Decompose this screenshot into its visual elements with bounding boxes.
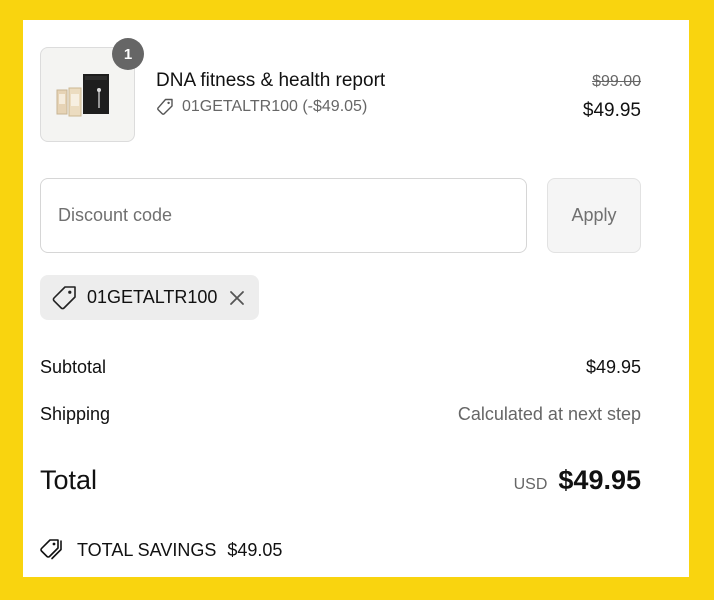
total-row: Total USD $49.95 <box>40 465 641 496</box>
total-currency: USD <box>513 476 548 493</box>
close-icon[interactable] <box>229 290 245 306</box>
product-discount-line: 01GETALTR100 (-$49.05) <box>156 98 367 116</box>
order-summary-panel: 1 DNA fitness & health report 01GETALTR1… <box>23 20 689 577</box>
tags-icon <box>40 538 66 562</box>
shipping-row: Shipping Calculated at next step <box>40 404 641 425</box>
tag-icon <box>52 285 77 310</box>
total-amount: $49.95 <box>558 465 641 495</box>
shipping-value: Calculated at next step <box>457 404 641 424</box>
total-savings: TOTAL SAVINGS $49.05 <box>40 538 282 562</box>
total-value-group: USD $49.95 <box>514 465 641 496</box>
product-discount-text: 01GETALTR100 (-$49.05) <box>182 98 368 115</box>
subtotal-value: $49.95 <box>585 357 641 377</box>
applied-discount-code: 01GETALTR100 <box>87 287 218 307</box>
original-price: $99.00 <box>592 73 641 90</box>
discount-code-input[interactable] <box>40 178 527 253</box>
subtotal-label: Subtotal <box>40 357 107 377</box>
shipping-label: Shipping <box>40 404 111 424</box>
total-savings-label: TOTAL SAVINGS <box>77 539 217 560</box>
tag-icon <box>156 98 174 116</box>
current-price: $49.95 <box>582 100 641 121</box>
quantity-badge: 1 <box>112 38 144 70</box>
apply-button[interactable]: Apply <box>547 178 641 253</box>
total-savings-amount: $49.05 <box>227 539 283 560</box>
applied-discount-tag: 01GETALTR100 <box>40 275 260 320</box>
product-name: DNA fitness & health report <box>156 70 386 91</box>
total-label: Total <box>40 465 98 495</box>
dna-kit-product-image <box>56 74 109 117</box>
subtotal-row: Subtotal $49.95 <box>40 357 641 378</box>
